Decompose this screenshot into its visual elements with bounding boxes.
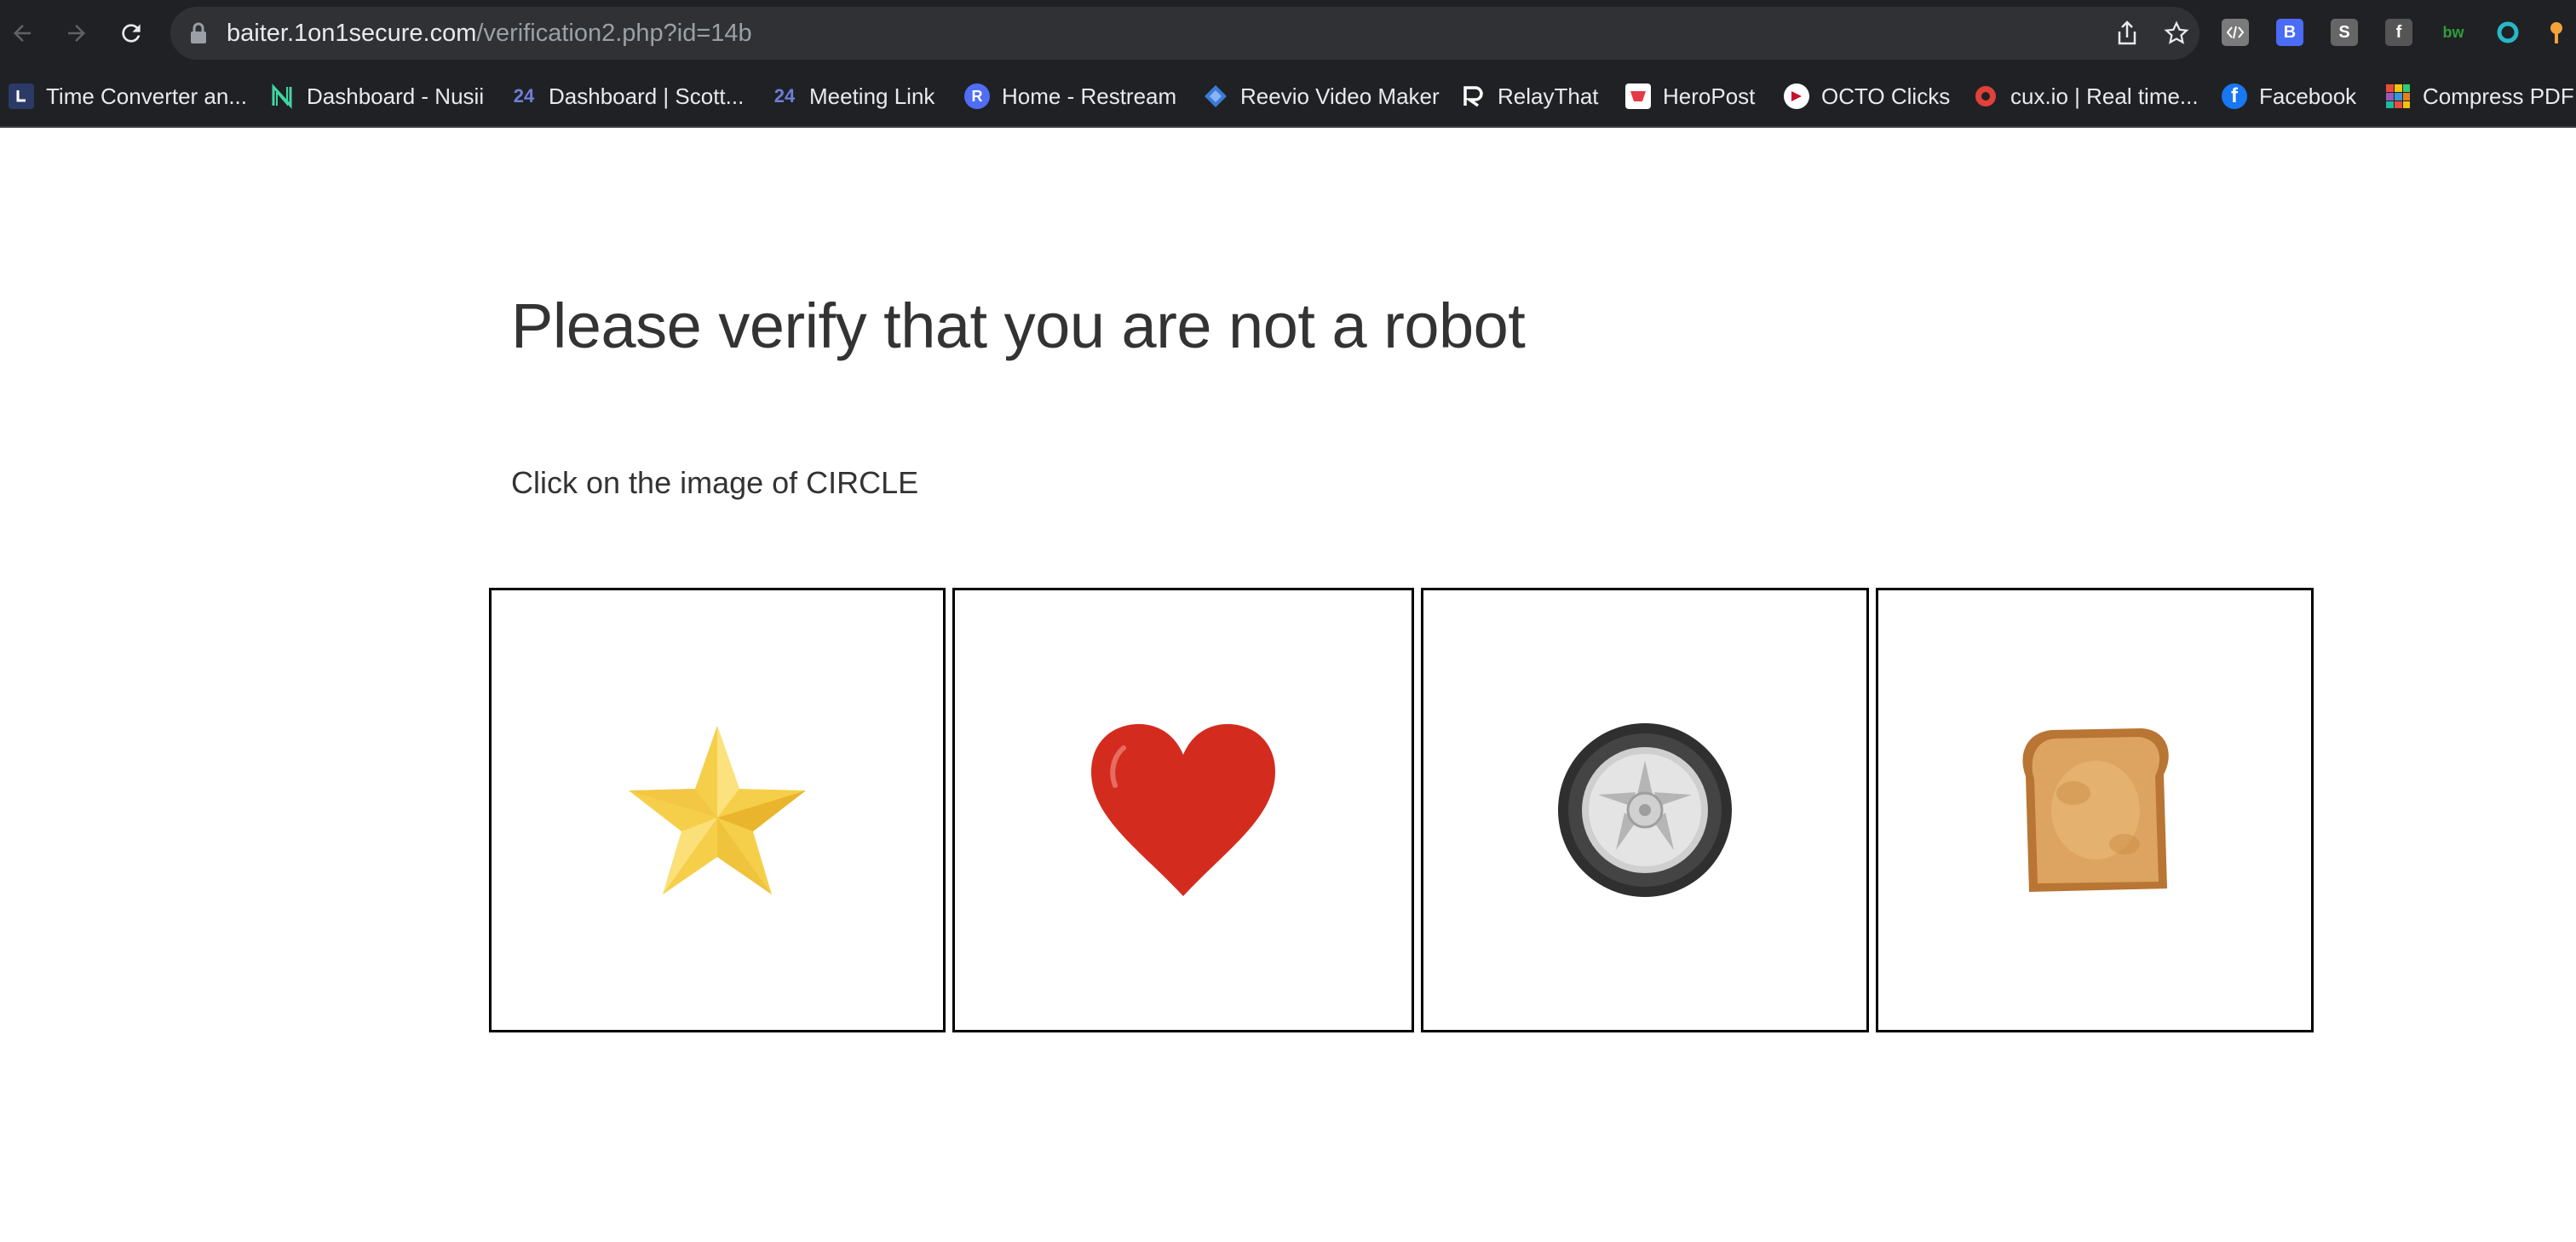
- lock-icon: [191, 22, 206, 43]
- bookmarks-bar: Time Converter an... Dashboard - Nusii 2…: [0, 66, 2576, 128]
- share-icon: [2118, 20, 2136, 45]
- bookmark-star-button[interactable]: [2164, 20, 2189, 46]
- bookmark-label: HeroPost: [1663, 83, 1756, 109]
- bookmark-label: Time Converter an...: [46, 83, 248, 109]
- back-button[interactable]: [2, 13, 43, 54]
- extension-b-text: B: [2283, 22, 2297, 42]
- bookmark-label: Dashboard - Nusii: [307, 83, 485, 109]
- bookmark-label: Compress PDF: [2423, 83, 2574, 109]
- url-text: baiter.1on1secure.com/verification2.php?…: [227, 7, 752, 60]
- extension-b-icon[interactable]: B: [2276, 19, 2303, 46]
- extension-f-text: f: [2395, 22, 2402, 42]
- extension-key-icon[interactable]: [2547, 19, 2574, 46]
- extension-bw-text: bw: [2442, 23, 2464, 41]
- reload-button[interactable]: [111, 13, 152, 54]
- 24-logo-icon: 24: [773, 85, 796, 106]
- url-path: /verification2.php?id=14b: [476, 20, 752, 47]
- extension-s-text: S: [2338, 22, 2350, 42]
- bookmark-label: cux.io | Real time...: [2010, 83, 2199, 109]
- url-host: baiter.1on1secure.com: [227, 20, 477, 47]
- bookmark-label: Meeting Link: [809, 83, 935, 109]
- bookmark-item[interactable]: Reevio Video Maker: [1203, 66, 1440, 126]
- bookmark-item[interactable]: 24 Dashboard | Scott...: [511, 66, 745, 126]
- address-bar[interactable]: baiter.1on1secure.com/verification2.php?…: [170, 7, 2199, 60]
- star-outline-icon: [2164, 20, 2189, 44]
- browser-toolbar: baiter.1on1secure.com/verification2.php?…: [0, 0, 2576, 66]
- extension-bw-icon[interactable]: bw: [2440, 19, 2467, 46]
- bookmark-item[interactable]: Compress PDF: [2385, 66, 2574, 126]
- relaythat-logo-icon: [1460, 83, 1486, 109]
- heropost-logo-icon: [1625, 83, 1651, 109]
- extension-ring-icon[interactable]: [2494, 19, 2521, 46]
- octo-logo-icon: [1784, 83, 1809, 109]
- share-button[interactable]: [2114, 20, 2140, 46]
- bookmark-item[interactable]: R Home - Restream: [964, 66, 1176, 126]
- captcha-option-star[interactable]: [489, 588, 946, 1032]
- bookmark-label: OCTO Clicks: [1821, 83, 1951, 109]
- bookmark-item[interactable]: Time Converter an...: [9, 66, 247, 126]
- extension-code-icon[interactable]: [2222, 19, 2249, 46]
- heart-icon: [1091, 724, 1275, 896]
- captcha-option-toast[interactable]: [1876, 588, 2314, 1032]
- extension-f-icon[interactable]: f: [2385, 19, 2412, 46]
- arrow-left-icon: [14, 25, 31, 42]
- bookmark-item[interactable]: 24 Meeting Link: [772, 66, 935, 126]
- captcha-option-wheel[interactable]: [1421, 588, 1869, 1032]
- wheel-icon: [1558, 723, 1732, 897]
- bookmark-item[interactable]: f Facebook: [2222, 66, 2356, 126]
- clock-icon: [9, 83, 34, 109]
- forward-button[interactable]: [56, 13, 97, 54]
- bookmark-item[interactable]: HeroPost: [1625, 66, 1755, 126]
- cux-logo-icon: [1973, 83, 1998, 109]
- bookmark-label: Facebook: [2259, 83, 2357, 109]
- bookmark-label: RelayThat: [1498, 83, 1599, 109]
- arrow-right-icon: [68, 25, 85, 42]
- reevio-logo-icon: [1203, 83, 1228, 109]
- bookmark-item[interactable]: OCTO Clicks: [1784, 66, 1950, 126]
- bookmark-label: Reevio Video Maker: [1240, 83, 1440, 109]
- captcha-option-heart[interactable]: [952, 588, 1414, 1032]
- facebook-icon: f: [2222, 83, 2247, 109]
- 24-logo-icon: 24: [513, 85, 535, 106]
- restream-logo-icon: R: [964, 83, 990, 109]
- bookmark-label: Dashboard | Scott...: [549, 83, 745, 109]
- bookmark-label: Home - Restream: [1002, 83, 1177, 109]
- star-icon: [629, 726, 806, 894]
- bookmark-item[interactable]: Dashboard - Nusii: [269, 66, 484, 126]
- page-title: Please verify that you are not a robot: [511, 290, 1526, 361]
- bookmark-item[interactable]: cux.io | Real time...: [1973, 66, 2199, 126]
- compress-pdf-icon: [2385, 83, 2411, 109]
- bookmark-item[interactable]: RelayThat: [1460, 66, 1599, 126]
- nusii-logo-icon: [269, 83, 295, 109]
- reload-icon: [122, 24, 141, 43]
- toast-icon: [2022, 728, 2169, 892]
- extension-s-icon[interactable]: S: [2331, 19, 2358, 46]
- captcha-instruction: Click on the image of CIRCLE: [511, 465, 919, 500]
